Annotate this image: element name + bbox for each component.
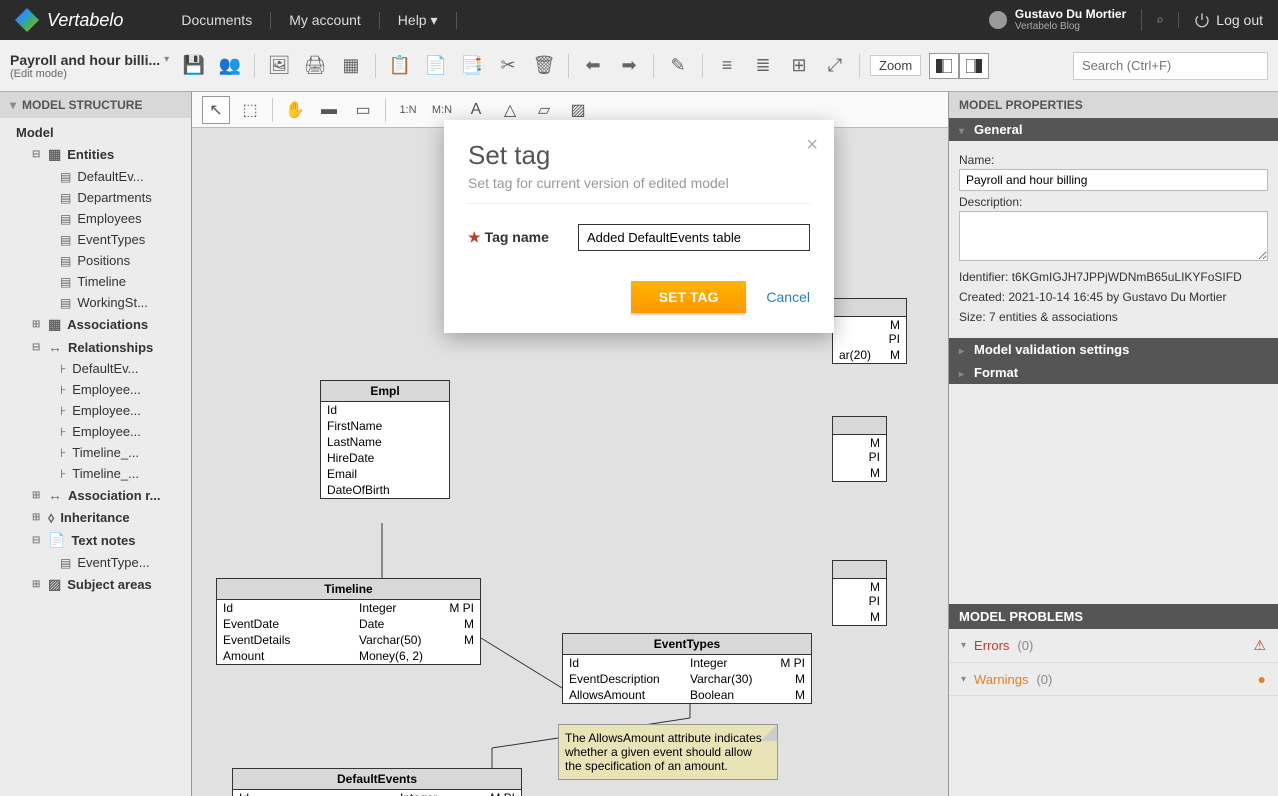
modal-title: Set tag (468, 140, 810, 171)
set-tag-button[interactable]: SET TAG (631, 281, 747, 313)
modal-overlay: × Set tag Set tag for current version of… (0, 0, 1278, 796)
tag-name-input[interactable] (578, 224, 810, 251)
modal-subtitle: Set tag for current version of edited mo… (468, 175, 810, 204)
cancel-button[interactable]: Cancel (766, 289, 810, 305)
tag-name-label: ★ Tag name (468, 229, 558, 246)
set-tag-modal: × Set tag Set tag for current version of… (444, 120, 834, 333)
modal-close-icon[interactable]: × (806, 134, 818, 157)
